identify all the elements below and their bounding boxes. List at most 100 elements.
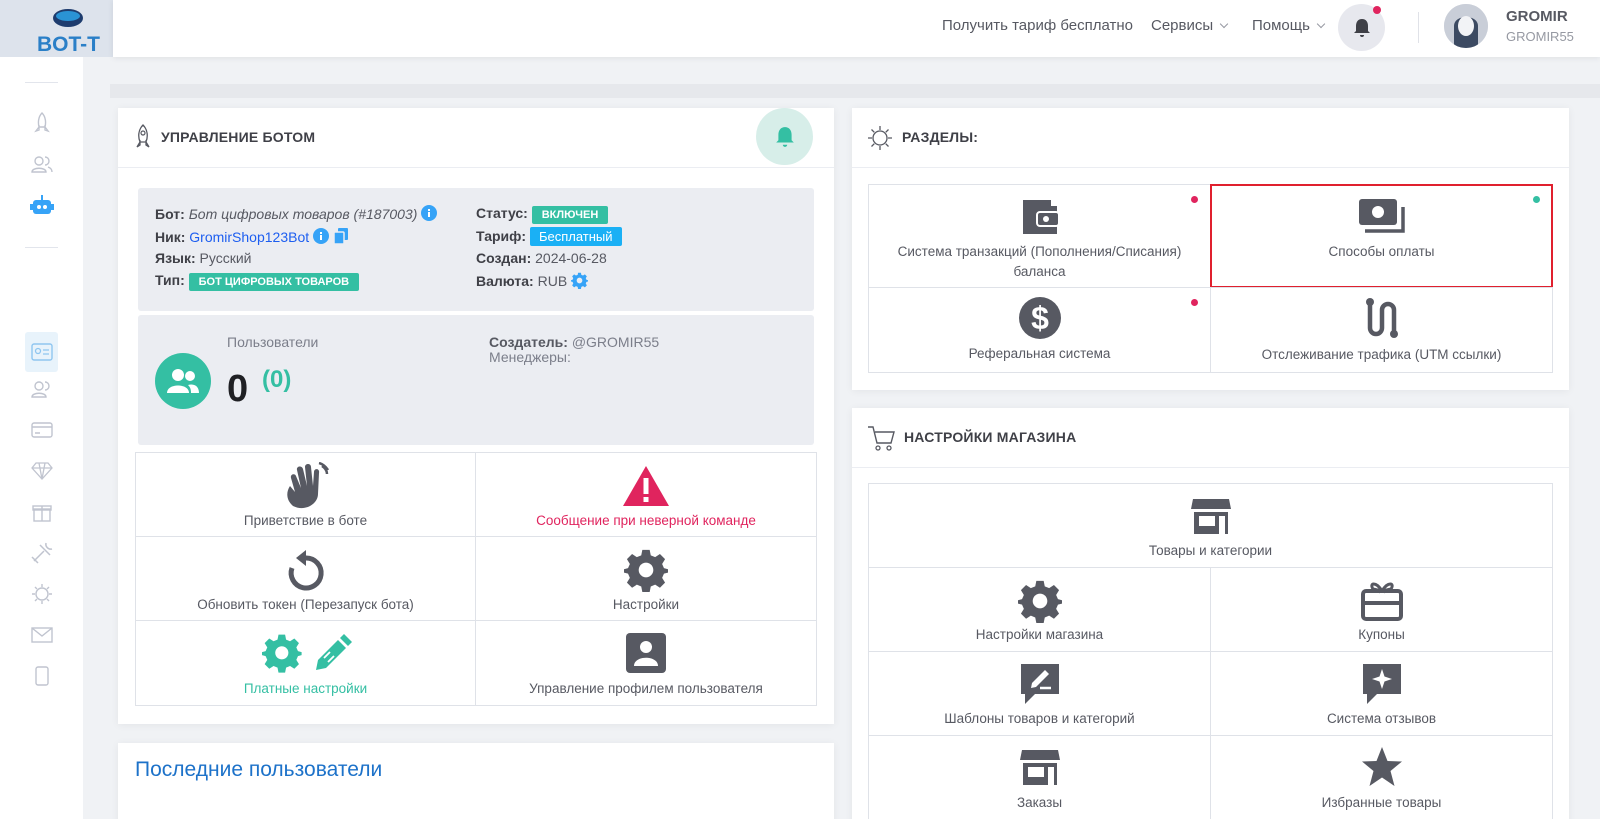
coupons-button[interactable]: Купоны	[1210, 567, 1553, 652]
top-bar: Получить тариф бесплатно Сервисы Помощь …	[113, 0, 1600, 57]
mail-icon[interactable]	[28, 621, 55, 648]
cart-icon	[868, 426, 895, 451]
bot-notifications-button[interactable]	[756, 108, 813, 165]
bot-lang-row: Язык: Русский	[155, 250, 252, 266]
tariff-badge[interactable]: Бесплатный	[529, 227, 622, 246]
credit-card-icon[interactable]	[28, 416, 55, 443]
payment-methods-button[interactable]: Способы оплаты	[1210, 184, 1553, 288]
transactions-system-button[interactable]: Система транзакций (Пополнения/Списания)…	[868, 184, 1211, 288]
paid-settings-icon	[261, 634, 352, 673]
sections-panel: РАЗДЕЛЫ: Система транзакций (Пополнения/…	[852, 108, 1569, 390]
copy-icon[interactable]	[333, 227, 349, 245]
user-profile-management-button[interactable]: Управление профилем пользователя	[475, 620, 817, 706]
review-star-icon	[1362, 664, 1401, 704]
star-icon	[1361, 747, 1402, 786]
welcome-message-label: Приветствие в боте	[243, 513, 368, 528]
users-icon[interactable]	[28, 375, 55, 402]
get-free-tariff-link[interactable]: Получить тариф бесплатно	[942, 17, 1133, 34]
user-login: GROMIR55	[1506, 29, 1574, 44]
edit-message-icon	[1020, 664, 1059, 704]
recent-users-panel: Последние пользователи	[118, 743, 834, 819]
shop-settings-button[interactable]: Настройки магазина	[868, 567, 1211, 652]
info-icon[interactable]	[421, 205, 438, 221]
gear-icon	[1017, 580, 1062, 623]
product-templates-button[interactable]: Шаблоны товаров и категорий	[868, 651, 1211, 736]
services-menu[interactable]: Сервисы	[1151, 17, 1229, 34]
bot-nick-link[interactable]: GromirShop123Bot	[189, 229, 309, 245]
robot-icon[interactable]	[28, 191, 55, 218]
reviews-system-button[interactable]: Система отзывов	[1210, 651, 1553, 736]
created-value: 2024-06-28	[535, 250, 607, 266]
gift-icon[interactable]	[28, 498, 55, 525]
logo[interactable]: BOT-T	[0, 0, 113, 57]
sidebar-divider	[25, 247, 58, 248]
panel-header: РАЗДЕЛЫ:	[852, 108, 1569, 168]
logo-icon: BOT-T	[37, 8, 100, 55]
bot-nick-row: Ник: GromirShop123Bot	[155, 227, 349, 245]
svg-text:$: $	[1031, 300, 1049, 336]
help-menu[interactable]: Помощь	[1252, 17, 1326, 34]
gear-icon[interactable]	[571, 272, 589, 289]
type-label: Тип:	[155, 272, 185, 288]
gear-outline-icon	[868, 126, 892, 150]
gift-icon	[1360, 582, 1403, 621]
invalid-command-label: Сообщение при неверной команде	[536, 513, 756, 528]
refresh-icon	[288, 550, 324, 591]
created-row: Создан: 2024-06-28	[476, 250, 607, 266]
id-card-icon[interactable]	[28, 338, 55, 365]
user-name[interactable]: GROMIR	[1506, 8, 1568, 25]
settings-button[interactable]: Настройки	[475, 536, 817, 621]
nick-label: Ник:	[155, 229, 186, 245]
page-subheader	[110, 84, 1600, 98]
users-label: Пользователи	[227, 334, 319, 350]
users-new-count: (0)	[262, 366, 292, 393]
hand-wave-icon	[286, 462, 329, 509]
sidebar	[0, 57, 83, 819]
utm-tracking-button[interactable]: Отслеживание трафика (UTM ссылки)	[1210, 287, 1553, 373]
bot-info-box: Бот: Бот цифровых товаров (#187003) Ник:…	[138, 188, 814, 311]
bot-name: Бот цифровых товаров (#187003)	[188, 206, 418, 222]
users-group-icon	[155, 353, 211, 409]
wallet-icon	[1022, 200, 1060, 234]
panel-header: НАСТРОЙКИ МАГАЗИНА	[852, 408, 1569, 468]
favorite-products-button[interactable]: Избранные товары	[1210, 735, 1553, 819]
avatar[interactable]	[1444, 4, 1488, 48]
status-dot	[1533, 196, 1540, 203]
rocket-icon[interactable]	[28, 109, 55, 136]
notification-dot	[1373, 6, 1381, 14]
products-categories-button[interactable]: Товары и категории	[868, 483, 1553, 568]
alert-dot	[1191, 299, 1198, 306]
store-icon	[1190, 499, 1231, 534]
invalid-command-message-button[interactable]: Сообщение при неверной команде	[475, 452, 817, 537]
users-box: Пользователи 0 (0) Создатель: @GROMIR55 …	[138, 315, 814, 445]
chevron-down-icon	[1316, 19, 1326, 29]
money-icon	[1358, 199, 1405, 233]
help-label: Помощь	[1252, 17, 1310, 34]
status-badge[interactable]: ВКЛЮЧЕН	[531, 206, 609, 224]
bot-name-row: Бот: Бот цифровых товаров (#187003)	[155, 205, 438, 222]
welcome-message-button[interactable]: Приветствие в боте	[135, 452, 476, 537]
refresh-token-button[interactable]: Обновить токен (Перезапуск бота)	[135, 536, 476, 621]
tools-icon[interactable]	[28, 539, 55, 566]
status-label: Статус:	[476, 205, 528, 221]
info-icon[interactable]	[313, 228, 330, 244]
gear-icon[interactable]	[28, 580, 55, 607]
diamond-icon[interactable]	[28, 457, 55, 484]
utm-tracking-label: Отслеживание трафика (UTM ссылки)	[1261, 347, 1502, 362]
bot-type-badge: БОТ ЦИФРОВЫХ ТОВАРОВ	[188, 273, 360, 291]
users-icon[interactable]	[28, 150, 55, 177]
mobile-icon[interactable]	[28, 662, 55, 689]
panel-title: РАЗДЕЛЫ:	[902, 129, 979, 145]
notifications-button[interactable]	[1338, 4, 1385, 51]
orders-button[interactable]: Заказы	[868, 735, 1211, 819]
chevron-down-icon	[1219, 19, 1229, 29]
referral-system-button[interactable]: $ Реферальная система	[868, 287, 1211, 373]
avatar-icon	[1444, 4, 1488, 48]
services-label: Сервисы	[1151, 17, 1214, 34]
paid-settings-button[interactable]: Платные настройки	[135, 620, 476, 706]
currency-label: Валюта:	[476, 273, 534, 289]
lang-value: Русский	[199, 250, 252, 266]
settings-label: Настройки	[612, 597, 680, 612]
tariff-label: Тариф:	[476, 228, 527, 244]
currency-row: Валюта: RUB	[476, 272, 589, 289]
